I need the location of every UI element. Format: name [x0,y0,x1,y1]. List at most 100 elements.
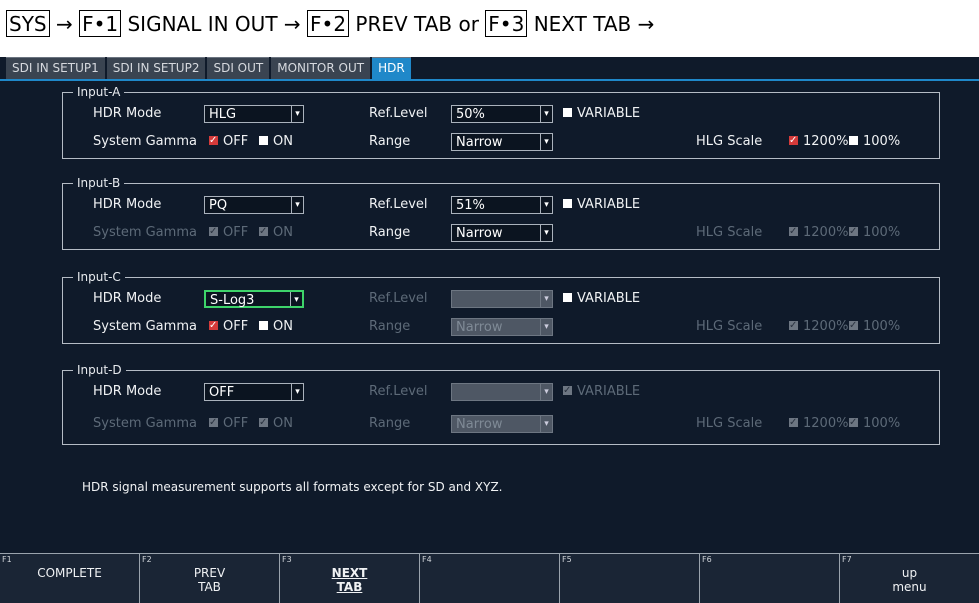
checkbox-icon [209,132,218,150]
checkbox-icon [849,223,858,241]
chevron-down-icon: ▾ [291,197,303,213]
checkbox-icon [789,414,798,432]
gamma-on-checkbox: ON [259,223,293,242]
checkbox-icon [209,223,218,241]
chevron-down-icon: ▾ [291,106,303,122]
arrow-icon: → [55,12,73,36]
checkbox-icon [209,414,218,432]
instrument-screen: SDI IN SETUP1 SDI IN SETUP2 SDI OUT MONI… [0,57,979,603]
scale-1200-checkbox: 1200% [789,414,848,433]
range-value: Narrow [456,320,503,335]
system-gamma-label: System Gamma [93,319,197,334]
input-d-group: Input-D HDR Mode OFF ▾ Ref.Level ▾ VARIAB… [62,362,940,445]
range-value: Narrow [456,135,503,150]
hdr-mode-value: OFF [209,385,235,400]
function-key-bar: F1 COMPLETE F2 PREV TAB F3 NEXT TAB F4 F… [0,553,979,603]
range-label: Range [369,134,411,149]
checkbox-icon [259,223,268,241]
range-select: Narrow ▾ [451,318,553,336]
scale-1200-checkbox: 1200% [789,223,848,242]
chevron-down-icon: ▾ [540,197,552,213]
chevron-down-icon: ▾ [540,106,552,122]
group-title: Input-A [73,84,125,100]
f6-button[interactable]: F6 [699,553,839,603]
format-note: HDR signal measurement supports all form… [82,480,503,494]
ref-level-select[interactable]: 50% ▾ [451,105,553,123]
range-select[interactable]: Narrow ▾ [451,224,553,242]
hlg-scale-label: HLG Scale [696,319,763,334]
range-select: Narrow ▾ [451,415,553,433]
gamma-on-checkbox[interactable]: ON [259,318,293,336]
hdr-mode-value: HLG [209,107,237,122]
tab-sdi-in-setup1[interactable]: SDI IN SETUP1 [6,57,105,79]
group-title: Input-C [73,269,125,285]
group-title: Input-B [73,175,125,191]
range-label: Range [369,416,411,431]
ref-level-label: Ref.Level [369,197,428,212]
arrow-icon: → [283,12,301,36]
range-select[interactable]: Narrow ▾ [451,133,553,151]
input-c-group: Input-C HDR Mode S-Log3 ▾ Ref.Level ▾ VAR… [62,269,940,344]
f4-button[interactable]: F4 [419,553,559,603]
chevron-down-icon: ▾ [540,225,552,241]
ref-level-select[interactable]: 51% ▾ [451,196,553,214]
f3-key: F•3 [485,10,528,37]
scale-100-checkbox[interactable]: 100% [849,133,900,151]
tab-hdr[interactable]: HDR [372,57,411,79]
f5-button[interactable]: F5 [559,553,699,603]
group-title: Input-D [73,362,126,378]
tab-sdi-in-setup2[interactable]: SDI IN SETUP2 [106,57,206,79]
variable-checkbox: VARIABLE [563,382,640,401]
gamma-on-checkbox: ON [259,414,293,433]
ref-level-select: ▾ [451,383,553,401]
checkbox-icon [259,321,268,330]
hdr-mode-value: PQ [209,198,228,213]
variable-checkbox[interactable]: VARIABLE [563,105,640,123]
chevron-down-icon: ▾ [540,319,552,335]
hdr-mode-select[interactable]: OFF ▾ [204,383,304,401]
variable-checkbox[interactable]: VARIABLE [563,290,640,308]
checkbox-icon [259,136,268,145]
ref-level-label: Ref.Level [369,384,428,399]
chevron-down-icon: ▾ [540,134,552,150]
tab-monitor-out[interactable]: MONITOR OUT [271,57,371,79]
hdr-mode-select[interactable]: S-Log3 ▾ [204,290,304,308]
gamma-off-checkbox: OFF [209,414,248,433]
f7-up-menu-button[interactable]: F7 up menu [839,553,979,603]
f3-text: NEXT TAB [533,12,632,36]
hdr-mode-value: S-Log3 [210,293,255,308]
checkbox-icon [563,108,572,117]
ref-level-value: 51% [456,198,485,213]
scale-1200-checkbox[interactable]: 1200% [789,132,848,151]
f3-next-tab-button[interactable]: F3 NEXT TAB [279,553,419,603]
checkbox-icon [259,414,268,432]
checkbox-icon [849,414,858,432]
chevron-down-icon: ▾ [540,416,552,432]
hdr-mode-label: HDR Mode [93,291,162,306]
gamma-off-checkbox: OFF [209,223,248,242]
hdr-mode-select[interactable]: PQ ▾ [204,196,304,214]
chevron-down-icon: ▾ [540,384,552,400]
checkbox-icon [209,317,218,335]
hdr-mode-label: HDR Mode [93,106,162,121]
tab-sdi-out[interactable]: SDI OUT [207,57,270,79]
hdr-mode-select[interactable]: HLG ▾ [204,105,304,123]
checkbox-icon [789,317,798,335]
range-value: Narrow [456,226,503,241]
gamma-on-checkbox[interactable]: ON [259,133,293,151]
range-label: Range [369,319,411,334]
chevron-down-icon: ▾ [540,291,552,307]
ref-level-label: Ref.Level [369,106,428,121]
sys-key: SYS [6,10,50,37]
chevron-down-icon: ▾ [290,292,302,306]
f1-complete-button[interactable]: F1 COMPLETE [0,553,139,603]
gamma-off-checkbox[interactable]: OFF [209,132,248,151]
breadcrumb: SYS → F•1 SIGNAL IN OUT → F•2 PREV TAB o… [0,0,979,56]
scale-100-checkbox: 100% [849,223,900,242]
gamma-off-checkbox[interactable]: OFF [209,317,248,336]
f1-key: F•1 [79,10,122,37]
variable-checkbox[interactable]: VARIABLE [563,196,640,214]
checkbox-icon [849,136,858,145]
tab-bar: SDI IN SETUP1 SDI IN SETUP2 SDI OUT MONI… [6,57,413,80]
f2-prev-tab-button[interactable]: F2 PREV TAB [139,553,279,603]
